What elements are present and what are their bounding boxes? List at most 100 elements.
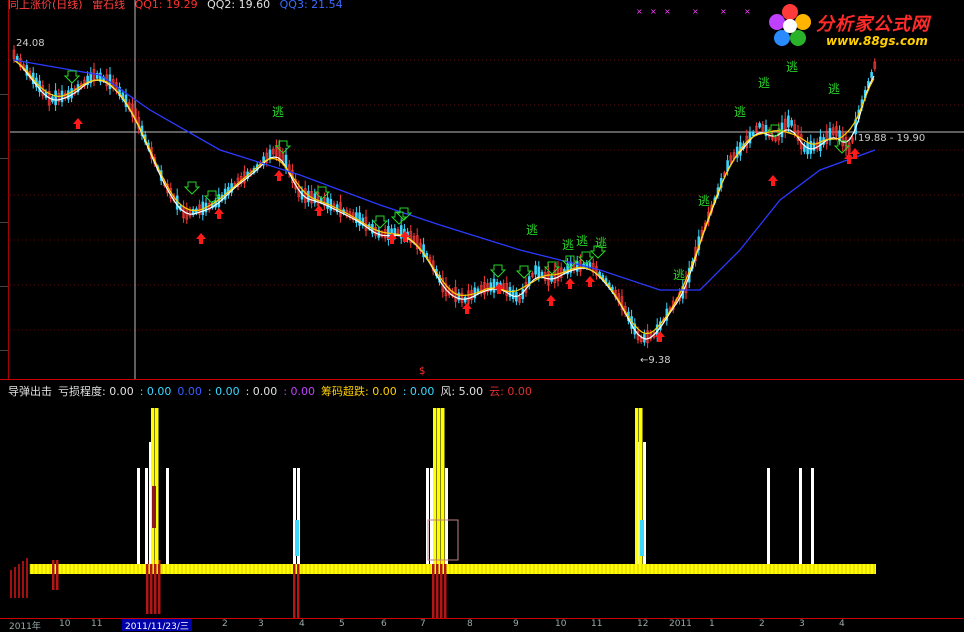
red-bar-0 <box>52 560 55 590</box>
candle-body <box>751 131 755 137</box>
escape-signal-7: 逃 <box>734 105 746 119</box>
date-tick-15: 2 <box>759 619 765 629</box>
white-bar-8 <box>445 468 448 564</box>
candle-body <box>67 90 70 100</box>
escape-signal-0: 逃 <box>272 105 284 119</box>
date-tick-3: 3 <box>258 619 264 629</box>
candle-body <box>790 120 793 126</box>
escape-signal-2: 逃 <box>562 238 574 252</box>
date-tick-7: 7 <box>420 619 426 629</box>
white-bar-11 <box>767 468 770 564</box>
escape-signal-8: 逃 <box>758 76 770 90</box>
red-bar-1 <box>56 560 59 590</box>
white-bar-3 <box>166 468 169 564</box>
top-marker-2: × <box>664 7 671 16</box>
date-cursor-label: 2011/11/23/三 <box>122 619 192 632</box>
left-red-bar-4 <box>26 558 28 598</box>
date-tick-9: 9 <box>513 619 519 629</box>
escape-signal-1: 逃 <box>526 223 538 237</box>
red-bar-9 <box>436 560 439 618</box>
cyan-bar-1 <box>640 520 644 556</box>
date-tick-16: 3 <box>799 619 805 629</box>
date-axis: 2011年 2011/11/23/三 10 11 2 3 4 5 6 7 8 9 10 11 12 2011 1… <box>9 619 964 632</box>
date-tick-5: 5 <box>339 619 345 629</box>
candle-body <box>588 262 592 268</box>
down-arrow-icon-0 <box>63 70 81 84</box>
sub-indicator-chart[interactable] <box>0 392 964 618</box>
low-price-value: 9.38 <box>648 355 671 366</box>
red-bar-8 <box>432 560 435 618</box>
high-price-label: 24.08 <box>16 38 45 49</box>
red-overlay-bar <box>152 486 156 528</box>
escape-signal-5: 逃 <box>673 268 685 282</box>
yellow-bar-3 <box>437 408 441 564</box>
cursor-mark: $ <box>419 366 426 377</box>
top-marker-3: × <box>692 7 699 16</box>
red-bar-11 <box>444 560 447 618</box>
down-arrow-icon-6 <box>390 211 408 225</box>
yellow-bar-5 <box>635 408 639 564</box>
red-bar-2 <box>146 560 149 614</box>
buy-arrow-icon-9 <box>546 295 556 306</box>
candle-body <box>54 90 57 106</box>
down-arrow-icon-1 <box>183 181 201 195</box>
top-marker-0: × <box>636 7 643 16</box>
left-red-bar-1 <box>14 567 16 598</box>
red-bar-5 <box>158 560 161 614</box>
buy-arrow-icon-1 <box>196 233 206 244</box>
white-bar-13 <box>811 468 814 564</box>
candle-body <box>758 123 761 128</box>
chip-band <box>30 564 876 574</box>
date-tick-10: 10 <box>555 619 567 629</box>
escape-signal-10: 逃 <box>828 82 840 96</box>
date-tick-14: 1 <box>709 619 715 629</box>
crosshair-price-label: 19.88 - 19.90 <box>858 133 926 144</box>
candle-body <box>70 88 73 99</box>
red-bar-3 <box>150 560 153 614</box>
date-tick-1: 11 <box>91 619 103 629</box>
main-price-chart[interactable]: 逃逃逃逃逃逃逃逃逃逃逃× × × × × × <box>0 0 964 379</box>
escape-signal-3: 逃 <box>576 234 588 248</box>
red-bar-7 <box>297 560 300 618</box>
red-bar-4 <box>154 560 157 614</box>
white-bar-12 <box>799 468 802 564</box>
top-marker-1: × <box>650 7 657 16</box>
white-bar-1 <box>145 468 148 564</box>
date-tick-17: 4 <box>839 619 845 629</box>
ma-short-line <box>13 59 875 340</box>
escape-signal-4: 逃 <box>595 236 607 250</box>
top-marker-5: × <box>744 7 751 16</box>
down-arrow-icon-12 <box>577 251 595 265</box>
candle-body <box>534 265 537 275</box>
buy-arrow-icon-0 <box>73 118 83 129</box>
white-bar-0 <box>137 468 140 564</box>
low-price-label: ←9.38 <box>640 355 671 366</box>
top-marker-4: × <box>720 7 727 16</box>
cyan-bar-0 <box>295 520 299 556</box>
ma-long-line <box>13 59 876 291</box>
date-tick-12: 12 <box>637 619 649 629</box>
down-arrow-icon-8 <box>489 264 507 278</box>
date-tick-4: 4 <box>299 619 305 629</box>
date-tick-6: 6 <box>381 619 387 629</box>
ma-mid-line <box>13 59 875 335</box>
red-bar-6 <box>293 560 296 618</box>
date-tick-13: 2011 <box>669 619 692 629</box>
left-red-bar-0 <box>10 570 12 598</box>
buy-arrow-icon-4 <box>314 205 324 216</box>
date-axis-start: 2011年 <box>9 622 41 632</box>
buy-arrow-icon-3 <box>274 170 284 181</box>
candle-body <box>575 261 579 272</box>
date-tick-8: 8 <box>467 619 473 629</box>
yellow-bar-4 <box>441 408 445 564</box>
red-bar-10 <box>440 560 443 618</box>
candle-body <box>492 278 496 293</box>
buy-arrow-icon-10 <box>565 278 575 289</box>
date-tick-0: 10 <box>59 619 71 629</box>
yellow-bar-2 <box>433 408 437 564</box>
candle-body <box>537 266 541 278</box>
left-red-bar-2 <box>18 564 20 598</box>
date-tick-11: 11 <box>591 619 603 629</box>
buy-arrow-icon-13 <box>768 175 778 186</box>
white-bar-7 <box>430 468 433 564</box>
